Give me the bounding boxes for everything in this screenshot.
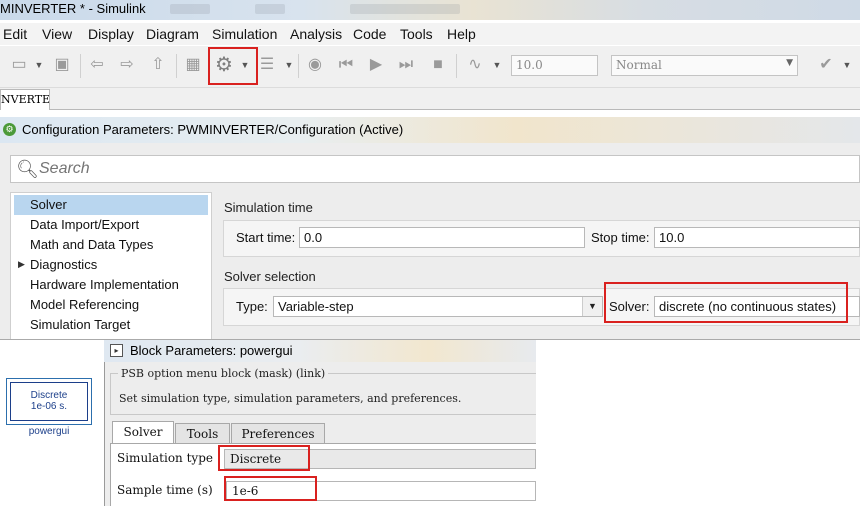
toolbar-separator — [456, 54, 457, 78]
model-explorer-icon[interactable]: ☰ — [256, 54, 278, 76]
run-icon[interactable]: ▶ — [365, 54, 387, 76]
tab-solver[interactable]: Solver — [112, 421, 174, 444]
solver-selection-group-label: Solver selection — [224, 269, 316, 284]
tree-item-data-import-export[interactable]: Data Import/Export — [30, 217, 139, 232]
new-model-icon[interactable]: ▭ — [8, 54, 30, 76]
tree-item-solver[interactable]: Solver — [30, 197, 67, 212]
model-tab-strip — [0, 88, 860, 110]
tree-item-hardware-implementation[interactable]: Hardware Implementation — [30, 277, 179, 292]
start-time-field[interactable]: 0.0 — [299, 227, 585, 248]
menu-diagram[interactable]: Diagram — [146, 26, 199, 42]
chevron-down-icon[interactable]: ▼ — [34, 54, 44, 76]
solver-type-value: Variable-step — [278, 299, 354, 314]
simulation-type-label: Simulation type — [117, 451, 213, 465]
solver-type-label: Type: — [236, 299, 268, 314]
save-icon[interactable]: ▣ — [51, 54, 73, 76]
step-back-icon[interactable]: ⏮ — [335, 54, 357, 76]
record-icon[interactable]: ◉ — [304, 54, 326, 76]
powergui-block-line1: Discrete — [30, 390, 68, 401]
menu-view[interactable]: View — [42, 26, 72, 42]
sample-time-label: Sample time (s) — [117, 483, 213, 497]
window-title-bar: MINVERTER * - Simulink — [0, 0, 860, 20]
menu-display[interactable]: Display — [88, 26, 134, 42]
model-tab[interactable]: NVERTER — [0, 89, 50, 110]
sample-time-highlight-box — [224, 476, 317, 501]
tree-item-model-referencing[interactable]: Model Referencing — [30, 297, 139, 312]
up-icon[interactable]: ⇧ — [147, 54, 169, 76]
tree-item-math-and-data-types[interactable]: Math and Data Types — [30, 237, 153, 252]
powergui-block-line2: 1e-06 s. — [30, 401, 68, 412]
stop-time-input[interactable]: 10.0 — [654, 227, 860, 248]
step-forward-icon[interactable]: ⏭ — [395, 54, 417, 76]
menu-help[interactable]: Help — [447, 26, 476, 42]
block-parameters-title: Block Parameters: powergui — [130, 343, 293, 358]
chevron-down-icon[interactable]: ▼ — [842, 54, 852, 76]
menu-code[interactable]: Code — [353, 26, 386, 42]
build-icon[interactable]: ✔ — [815, 54, 837, 76]
mask-description: Set simulation type, simulation paramete… — [119, 392, 462, 405]
tab-tools[interactable]: Tools — [175, 423, 230, 444]
powergui-block-name[interactable]: powergui — [0, 426, 98, 437]
back-icon[interactable]: ⇦ — [86, 54, 108, 76]
menu-tools[interactable]: Tools — [400, 26, 433, 42]
menu-simulation[interactable]: Simulation — [212, 26, 277, 42]
toolbar: ▭ ▼ ▣ ⇦ ⇨ ⇧ ▦ ⚙ ▼ ☰ ▼ ◉ ⏮ ▶ ⏭ ■ ∿ ▼ 10.0… — [0, 46, 860, 88]
solver-highlight-box — [604, 282, 848, 323]
tab-preferences[interactable]: Preferences — [231, 423, 325, 444]
forward-icon[interactable]: ⇨ — [116, 54, 138, 76]
config-dialog-title: Configuration Parameters: PWMINVERTER/Co… — [22, 122, 404, 137]
configuration-gear-icon: ⚙ — [3, 123, 16, 136]
toolbar-separator — [80, 54, 81, 78]
menu-edit[interactable]: Edit — [3, 26, 27, 42]
gear-highlight-box — [208, 47, 258, 85]
search-icon[interactable]: 🔍︎ — [16, 159, 39, 180]
menu-bar: Edit View Display Diagram Simulation Ana… — [0, 23, 860, 45]
config-search-input[interactable] — [39, 158, 639, 180]
config-dialog-title-bar: ⚙ Configuration Parameters: PWMINVERTER/… — [0, 117, 860, 143]
powergui-block[interactable]: Discrete 1e-06 s. — [6, 378, 92, 425]
toolbar-separator — [298, 54, 299, 78]
library-browser-icon[interactable]: ▦ — [182, 54, 204, 76]
stop-time-field[interactable]: 10.0 — [511, 55, 598, 76]
powergui-block-face: Discrete 1e-06 s. — [10, 382, 88, 421]
title-bar-background-detail — [170, 4, 210, 14]
scope-icon[interactable]: ∿ — [464, 54, 486, 76]
toolbar-separator — [176, 54, 177, 78]
block-dialog-icon: ▸ — [110, 344, 123, 357]
chevron-down-icon: ▼ — [582, 297, 602, 316]
block-parameters-title-bar: ▸ Block Parameters: powergui — [104, 340, 536, 362]
chevron-down-icon: ▼ — [786, 58, 793, 68]
mask-legend: PSB option menu block (mask) (link) — [118, 367, 329, 380]
start-time-label: Start time: — [236, 230, 296, 245]
stop-icon[interactable]: ■ — [427, 54, 449, 76]
config-search-box: 🔍︎ — [10, 155, 860, 183]
menu-analysis[interactable]: Analysis — [290, 26, 342, 42]
simulation-time-group-label: Simulation time — [224, 200, 313, 215]
tree-item-diagnostics[interactable]: Diagnostics — [30, 257, 97, 272]
stop-time-label: Stop time: — [591, 230, 650, 245]
simulation-mode-select[interactable]: Normal ▼ — [611, 55, 798, 76]
title-bar-background-detail — [255, 4, 285, 14]
tree-item-simulation-target[interactable]: Simulation Target — [30, 317, 130, 332]
simulation-type-highlight-box — [218, 445, 310, 471]
chevron-down-icon[interactable]: ▼ — [492, 54, 502, 76]
solver-type-select[interactable]: Variable-step ▼ — [273, 296, 603, 317]
expand-arrow-icon[interactable]: ▶ — [18, 259, 25, 270]
window-title: MINVERTER * - Simulink — [0, 1, 146, 16]
chevron-down-icon[interactable]: ▼ — [284, 54, 294, 76]
title-bar-background-detail — [350, 4, 460, 14]
simulation-mode-value: Normal — [616, 58, 662, 72]
